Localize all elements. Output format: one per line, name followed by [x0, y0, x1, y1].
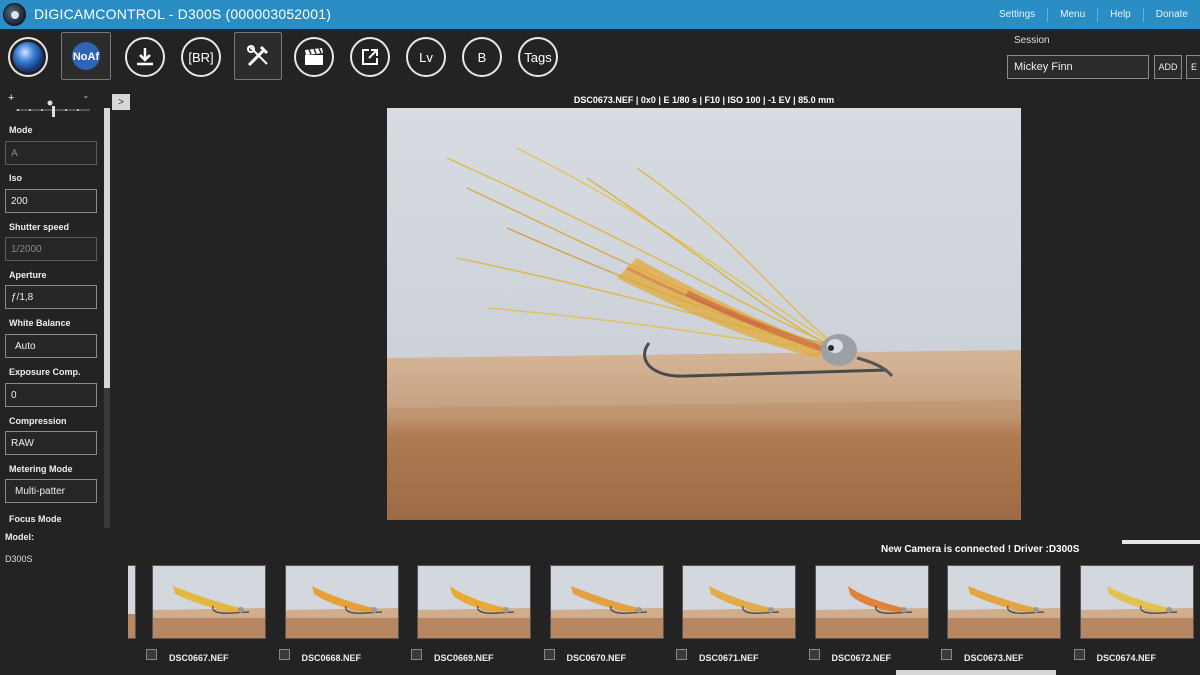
thumbnail-checkbox[interactable]	[1073, 649, 1085, 660]
menu-donate[interactable]: Donate	[1142, 7, 1200, 22]
white-balance-label: White Balance	[9, 318, 71, 328]
thumbnail-checkbox[interactable]	[146, 649, 157, 660]
bracket-icon: [BR]	[188, 49, 214, 65]
tags-button[interactable]: Tags	[518, 37, 558, 77]
tools-button[interactable]	[234, 32, 282, 80]
shutter-field[interactable]: 1/2000	[5, 237, 97, 261]
thumbnail-image[interactable]	[947, 565, 1061, 639]
bulb-button[interactable]: B	[462, 37, 502, 77]
liveview-label: Lv	[419, 49, 433, 65]
thumbnail-strip: DSC0667.NEF DSC0668.NEF DSC0669.NEF DSC0670…	[128, 565, 1200, 675]
capture-icon	[13, 42, 43, 72]
external-button[interactable]	[350, 37, 390, 77]
thumbnail-image[interactable]	[549, 565, 664, 639]
thumbnail-checkbox[interactable]	[543, 649, 555, 660]
status-progress	[1122, 540, 1200, 544]
zoom-slider[interactable]: + -	[8, 91, 90, 117]
thumbnail-image[interactable]	[682, 565, 796, 639]
menu-settings[interactable]: Settings	[987, 8, 1047, 22]
bracketing-button[interactable]: [BR]	[181, 37, 221, 77]
thumbnail-label: DSC0667.NEF	[169, 653, 229, 663]
iso-field[interactable]: 200	[5, 189, 97, 213]
noaf-icon: NoAf	[72, 42, 100, 70]
thumbnail-image[interactable]	[284, 565, 399, 639]
focus-mode-label: Focus Mode	[9, 514, 62, 524]
session-label: Session	[1014, 35, 1050, 46]
thumbnail-checkbox[interactable]	[676, 649, 687, 660]
status-message: New Camera is connected ! Driver :D300S	[881, 544, 1080, 555]
movie-button[interactable]	[294, 37, 334, 77]
menu-help[interactable]: Help	[1097, 7, 1143, 22]
menu-menu[interactable]: Menu	[1047, 7, 1097, 22]
thumbnail-label: DSC0673.NEF	[964, 653, 1024, 663]
thumbnail-label: DSC0668.NEF	[301, 653, 362, 663]
add-session-button[interactable]: ADD	[1154, 55, 1182, 79]
sidebar-scroll-thumb[interactable]	[104, 108, 110, 388]
window-title: DIGICAMCONTROL - D300S (000003052001)	[34, 6, 332, 22]
model-label: Model:	[5, 532, 34, 542]
mode-field[interactable]: A	[5, 141, 97, 165]
thumbnail-label: DSC0669.NEF	[434, 653, 494, 663]
thumbnail-label: DSC0674.NEF	[1096, 653, 1157, 663]
zoom-track	[16, 100, 90, 117]
tags-label: Tags	[524, 49, 552, 65]
thumbnail-image[interactable]	[814, 565, 929, 639]
bulb-label: B	[477, 49, 487, 65]
external-link-icon	[362, 49, 378, 65]
white-balance-field[interactable]: Auto	[5, 334, 97, 358]
noaf-button[interactable]: NoAf	[61, 32, 111, 80]
thumbnail-image[interactable]	[1079, 565, 1194, 639]
compression-label: Compression	[9, 416, 67, 426]
aperture-label: Aperture	[9, 270, 47, 280]
metering-label: Metering Mode	[9, 464, 73, 474]
thumbnail-image[interactable]	[152, 565, 266, 639]
tools-icon	[247, 45, 269, 67]
svg-text:NoAf: NoAf	[73, 51, 100, 63]
capture-button[interactable]	[8, 37, 48, 77]
download-icon	[137, 48, 153, 66]
thumbnail-label: DSC0671.NEF	[699, 653, 759, 663]
main-toolbar: NoAf [BR] Lv B Tags	[0, 29, 1000, 87]
thumbnail-label: DSC0672.NEF	[831, 653, 892, 663]
edit-session-button[interactable]: E	[1186, 55, 1200, 79]
expand-panel-button[interactable]: >	[112, 94, 130, 110]
thumbnail-checkbox[interactable]	[808, 649, 820, 660]
thumbnail-label: DSC0670.NEF	[566, 653, 627, 663]
image-info: DSC0673.NEF | 0x0 | E 1/80 s | F10 | ISO…	[573, 95, 835, 105]
exposure-field[interactable]: 0	[5, 383, 97, 407]
thumbnail-partial[interactable]	[128, 565, 136, 639]
thumbnail-checkbox[interactable]	[941, 649, 952, 660]
session-input[interactable]: Mickey Finn	[1007, 55, 1149, 79]
clapperboard-icon	[305, 48, 323, 65]
aperture-field[interactable]: ƒ/1,8	[5, 285, 97, 309]
liveview-button[interactable]: Lv	[406, 37, 446, 77]
thumbnail-image[interactable]	[417, 565, 531, 639]
shutter-label: Shutter speed	[9, 222, 70, 232]
top-menu: Settings Menu Help Donate	[987, 0, 1200, 29]
iso-label: Iso	[9, 173, 23, 183]
model-value: D300S	[5, 554, 33, 564]
thumbnail-checkbox[interactable]	[411, 649, 422, 660]
thumbnail-checkbox[interactable]	[278, 649, 290, 660]
download-button[interactable]	[125, 37, 165, 77]
preview-image[interactable]	[387, 108, 1021, 520]
compression-field[interactable]: RAW	[5, 431, 97, 455]
mode-label: Mode	[9, 125, 33, 135]
title-bar: DIGICAMCONTROL - D300S (000003052001) Se…	[0, 0, 1200, 29]
thumbnail-scrollbar[interactable]	[896, 670, 1056, 675]
exposure-label: Exposure Comp.	[9, 367, 81, 377]
metering-field[interactable]: Multi-patter	[5, 479, 97, 503]
app-logo-icon	[3, 3, 26, 26]
